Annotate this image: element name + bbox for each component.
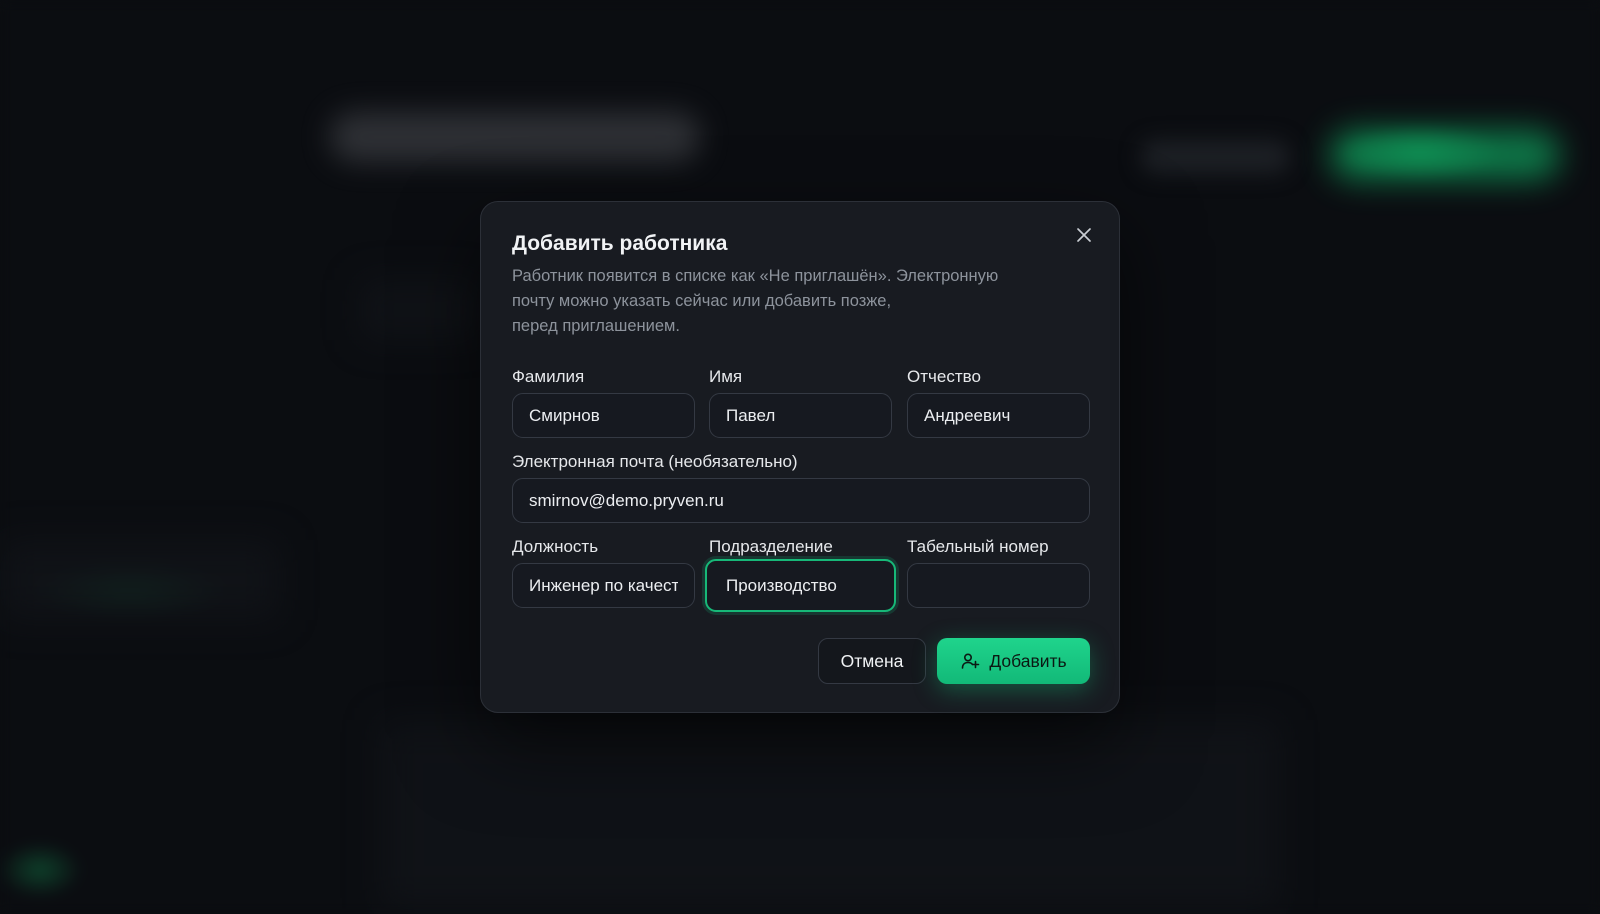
position-input[interactable]: [512, 563, 695, 608]
user-plus-icon: [960, 651, 980, 671]
dialog-description: Работник появится в списке как «Не пригл…: [512, 264, 1072, 339]
department-input[interactable]: [705, 559, 896, 612]
dialog-description-line: Работник появится в списке как «Не пригл…: [512, 267, 999, 285]
department-label: Подразделение: [709, 537, 833, 556]
add-button-label: Добавить: [989, 650, 1067, 671]
last-name-input[interactable]: [512, 393, 695, 438]
dialog-description-line: почту можно указать сейчас или добавить …: [512, 292, 892, 310]
first-name-label: Имя: [709, 367, 743, 386]
last-name-label: Фамилия: [512, 367, 585, 386]
employee-number-label: Табельный номер: [907, 537, 1049, 556]
cancel-button-label: Отмена: [840, 650, 904, 671]
employee-number-input[interactable]: [907, 563, 1090, 608]
background-card: [360, 280, 480, 340]
add-employee-button[interactable]: Добавить: [937, 638, 1090, 684]
dialog-description-line: перед приглашением.: [512, 317, 680, 335]
background-table: [380, 720, 1280, 910]
email-label: Электронная почта (необязательно): [512, 452, 798, 471]
close-icon: [1077, 228, 1091, 242]
background-secondary-control: [1140, 140, 1290, 174]
background-card: [0, 540, 280, 620]
middle-name-label: Отчество: [907, 367, 981, 386]
add-employee-dialog: Добавить работника Работник появится в с…: [480, 201, 1120, 713]
email-input[interactable]: [512, 478, 1090, 523]
close-button[interactable]: [1071, 222, 1097, 248]
position-label: Должность: [512, 537, 599, 556]
middle-name-input[interactable]: [907, 393, 1090, 438]
background-primary-button: [1330, 130, 1560, 180]
dialog-title: Добавить работника: [512, 232, 728, 255]
cancel-button[interactable]: Отмена: [818, 638, 926, 684]
background-page-title: [330, 112, 700, 162]
first-name-input[interactable]: [709, 393, 892, 438]
